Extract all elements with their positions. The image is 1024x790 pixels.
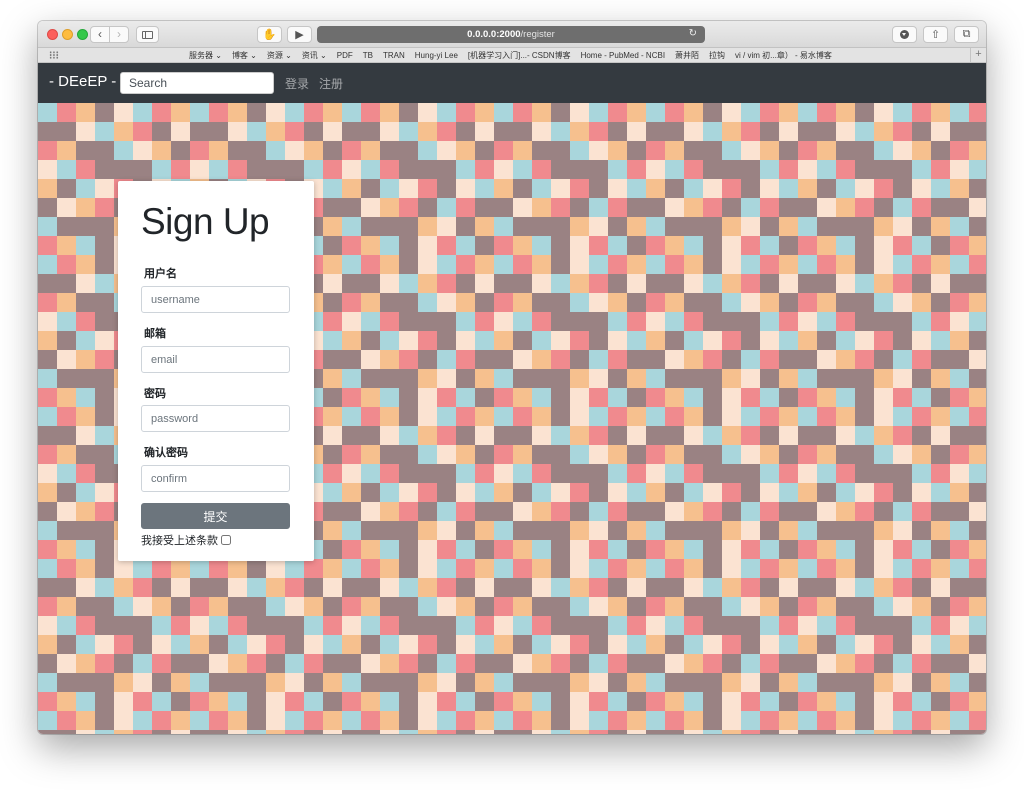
bookmark-item[interactable]: TB bbox=[363, 50, 373, 61]
confirm-field[interactable] bbox=[141, 465, 290, 492]
play-icon: ▶ bbox=[295, 29, 304, 41]
bookmark-item[interactable]: 拉钩 bbox=[709, 50, 725, 61]
zoom-window-button[interactable] bbox=[77, 29, 88, 40]
bookmark-item[interactable]: 资源 ⌄ bbox=[267, 50, 292, 61]
bookmark-item[interactable]: Home - PubMed - NCBI bbox=[581, 50, 665, 61]
username-field[interactable] bbox=[141, 286, 290, 313]
minimize-window-button[interactable] bbox=[62, 29, 73, 40]
history-nav: ‹ › bbox=[90, 26, 129, 43]
username-label: 用户名 bbox=[144, 268, 177, 280]
bookmark-item[interactable]: 博客 ⌄ bbox=[232, 50, 257, 61]
nav-login-link[interactable]: 登录 bbox=[285, 75, 309, 92]
site-navbar: - DEeEP - 登录 注册 bbox=[38, 63, 986, 103]
downloads-button[interactable] bbox=[892, 26, 917, 43]
confirm-label: 确认密码 bbox=[144, 447, 188, 459]
page-content: Sign Up 用户名 邮箱 密码 确认密码 提交 我接受上述条款 bbox=[38, 103, 986, 734]
top-sites-grid-icon[interactable] bbox=[49, 51, 59, 59]
share-icon: ⇧ bbox=[930, 29, 941, 41]
download-icon bbox=[900, 30, 909, 39]
bookmarks-list: 服务器 ⌄ 博客 ⌄ 资源 ⌄ 资讯 ⌄ PDF TB TRAN Hung-yi Lee [机器… bbox=[189, 50, 832, 61]
browser-toolbar: ‹ › ✋ ▶ 0.0.0.0:2000/register ↻ ⇧ ⧉ bbox=[38, 21, 986, 48]
extension-hand-button[interactable]: ✋ bbox=[257, 26, 282, 43]
tabs-icon: ⧉ bbox=[962, 28, 971, 40]
show-tabs-button[interactable]: ⧉ bbox=[954, 26, 979, 43]
email-label: 邮箱 bbox=[144, 328, 166, 340]
page-title: Sign Up bbox=[141, 201, 270, 242]
bookmarks-bar: 服务器 ⌄ 博客 ⌄ 资源 ⌄ 资讯 ⌄ PDF TB TRAN Hung-yi Lee [机器… bbox=[38, 48, 986, 63]
submit-button[interactable]: 提交 bbox=[141, 503, 290, 529]
browser-window: ‹ › ✋ ▶ 0.0.0.0:2000/register ↻ ⇧ ⧉ 服务器 … bbox=[38, 21, 986, 734]
bookmark-item[interactable]: PDF bbox=[337, 50, 353, 61]
close-window-button[interactable] bbox=[47, 29, 58, 40]
terms-row: 我接受上述条款 bbox=[141, 532, 231, 548]
bookmark-item[interactable]: [机器学习入门]...- CSDN博客 bbox=[468, 50, 571, 61]
bookmark-item[interactable]: 资讯 ⌄ bbox=[302, 50, 327, 61]
url-host: 0.0.0.0:2000 bbox=[467, 29, 521, 40]
extension-play-button[interactable]: ▶ bbox=[287, 26, 312, 43]
sidebar-icon bbox=[142, 30, 153, 39]
bookmark-item[interactable]: vi / vim 初...章） - 易水博客 bbox=[735, 50, 832, 61]
sidebar-toggle-button[interactable] bbox=[136, 26, 159, 43]
search-input[interactable] bbox=[120, 72, 274, 94]
terms-label: 我接受上述条款 bbox=[141, 535, 218, 547]
add-bookmark-button[interactable]: + bbox=[970, 48, 986, 62]
signup-card: Sign Up 用户名 邮箱 密码 确认密码 提交 我接受上述条款 bbox=[118, 181, 314, 561]
bookmark-item[interactable]: Hung-yi Lee bbox=[415, 50, 458, 61]
password-label: 密码 bbox=[144, 388, 166, 400]
nav-register-link[interactable]: 注册 bbox=[319, 75, 343, 92]
address-bar[interactable]: 0.0.0.0:2000/register ↻ bbox=[317, 26, 705, 43]
terms-checkbox[interactable] bbox=[221, 535, 231, 545]
forward-icon[interactable]: › bbox=[109, 27, 128, 42]
share-button[interactable]: ⇧ bbox=[923, 26, 948, 43]
bookmark-item[interactable]: 萧井陌 bbox=[675, 50, 699, 61]
bookmark-item[interactable]: 服务器 ⌄ bbox=[189, 50, 222, 61]
url-path: /register bbox=[520, 29, 555, 40]
back-icon[interactable]: ‹ bbox=[91, 27, 109, 42]
bookmark-item[interactable]: TRAN bbox=[383, 50, 405, 61]
reload-icon[interactable]: ↻ bbox=[689, 28, 697, 39]
email-field[interactable] bbox=[141, 346, 290, 373]
password-field[interactable] bbox=[141, 405, 290, 432]
hand-icon: ✋ bbox=[262, 29, 277, 41]
site-brand[interactable]: - DEeEP - bbox=[49, 73, 116, 90]
